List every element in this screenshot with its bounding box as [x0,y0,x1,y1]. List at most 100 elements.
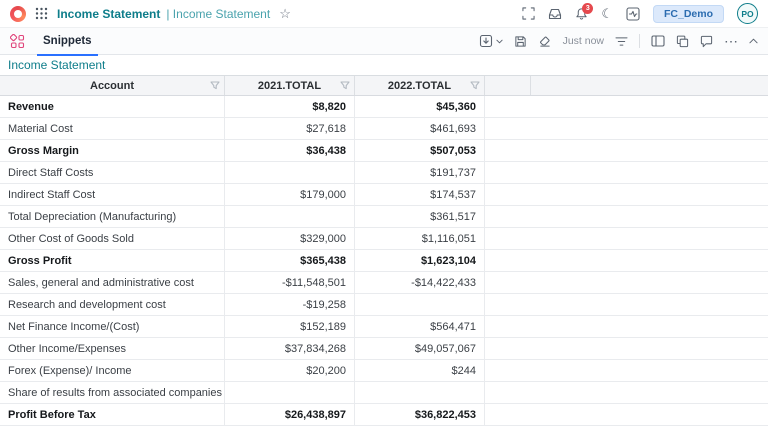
inbox-icon[interactable] [548,7,562,20]
export-dropdown-button[interactable] [479,34,503,48]
value-cell-2022[interactable]: $564,471 [355,316,485,337]
table-row: Profit Before Tax $26,438,897 $36,822,45… [0,404,768,426]
app-logo[interactable] [10,6,26,22]
value-cell-2021[interactable]: $365,438 [225,250,355,271]
column-header-label: 2022.TOTAL [388,80,451,92]
filter-funnel-icon[interactable] [210,81,220,90]
account-cell[interactable]: Other Cost of Goods Sold [0,228,225,249]
value-cell-2021[interactable]: $20,200 [225,360,355,381]
value-cell-2021[interactable]: $27,618 [225,118,355,139]
value-cell-2022[interactable]: $45,360 [355,96,485,117]
table-row: Total Depreciation (Manufacturing) $361,… [0,206,768,228]
filter-lines-icon[interactable] [615,36,628,47]
notifications-bell-icon[interactable]: 3 [575,7,588,21]
column-header-2021[interactable]: 2021.TOTAL [225,76,355,95]
value-cell-2022[interactable]: $191,737 [355,162,485,183]
value-cell-2021[interactable]: $329,000 [225,228,355,249]
value-cell-2022[interactable]: $244 [355,360,485,381]
account-cell[interactable]: Profit Before Tax [0,404,225,425]
value-cell-2021[interactable]: -$11,548,501 [225,272,355,293]
section-title: Income Statement [0,55,768,76]
activity-log-icon[interactable] [626,7,640,21]
layout-panel-icon[interactable] [651,35,665,47]
value-cell-2022[interactable]: $174,537 [355,184,485,205]
value-cell-2021[interactable]: $37,834,268 [225,338,355,359]
toolbar-actions: Just now [479,34,758,48]
value-cell-2022[interactable]: $49,057,067 [355,338,485,359]
value-cell-2022[interactable]: $461,693 [355,118,485,139]
environment-button[interactable]: FC_Demo [653,5,724,23]
value-cell-2021[interactable]: $36,438 [225,140,355,161]
value-cell-2021[interactable] [225,382,355,403]
user-avatar[interactable]: PO [737,3,758,24]
value-cell-2022[interactable]: $507,053 [355,140,485,161]
account-cell[interactable]: Gross Margin [0,140,225,161]
column-header-account[interactable]: Account [0,76,225,95]
value-cell-2022[interactable]: $361,517 [355,206,485,227]
account-cell[interactable]: Revenue [0,96,225,117]
save-icon[interactable] [514,35,527,48]
value-cell-2022[interactable]: $36,822,453 [355,404,485,425]
account-cell[interactable]: Sales, general and administrative cost [0,272,225,293]
table-header-row: Account 2021.TOTAL 2022.TOTAL [0,76,768,96]
table-row: Revenue $8,820 $45,360 [0,96,768,118]
table-row: Material Cost $27,618 $461,693 [0,118,768,140]
value-cell-2022[interactable] [355,382,485,403]
income-statement-table: Account 2021.TOTAL 2022.TOTAL Revenue [0,76,768,426]
filter-funnel-icon[interactable] [340,81,350,90]
value-cell-2021[interactable] [225,206,355,227]
account-cell[interactable]: Direct Staff Costs [0,162,225,183]
account-cell[interactable]: Gross Profit [0,250,225,271]
app-window: Income Statement | Income Statement ☆ 3 [0,0,768,427]
export-icon [479,34,493,48]
value-cell-2021[interactable]: $152,189 [225,316,355,337]
value-cell-2021[interactable]: $26,438,897 [225,404,355,425]
more-options-icon[interactable]: ⋯ [724,34,738,48]
table-row: Other Income/Expenses $37,834,268 $49,05… [0,338,768,360]
value-cell-2021[interactable]: -$19,258 [225,294,355,315]
fullscreen-icon[interactable] [522,7,535,20]
value-cell-2021[interactable]: $179,000 [225,184,355,205]
dark-mode-moon-icon[interactable]: ☾ [601,7,613,20]
top-bar: Income Statement | Income Statement ☆ 3 [0,0,768,28]
table-row: Sales, general and administrative cost -… [0,272,768,294]
table-row: Forex (Expense)/ Income $20,200 $244 [0,360,768,382]
copy-icon[interactable] [676,35,689,48]
toolbar: Snippets [0,28,768,55]
value-cell-2021[interactable] [225,162,355,183]
apps-grid-icon[interactable] [35,7,48,20]
account-cell[interactable]: Other Income/Expenses [0,338,225,359]
value-cell-2022[interactable]: $1,116,051 [355,228,485,249]
comment-icon[interactable] [700,35,713,48]
snippets-icon [10,34,25,49]
table-row: Gross Margin $36,438 $507,053 [0,140,768,162]
toolbar-divider [639,34,640,48]
favorite-star-icon[interactable]: ☆ [279,7,291,20]
account-cell[interactable]: Indirect Staff Cost [0,184,225,205]
account-cell[interactable]: Material Cost [0,118,225,139]
filter-funnel-icon[interactable] [470,81,480,90]
account-cell[interactable]: Forex (Expense)/ Income [0,360,225,381]
value-cell-2022[interactable]: $1,623,104 [355,250,485,271]
table-row: Indirect Staff Cost $179,000 $174,537 [0,184,768,206]
value-cell-2022[interactable]: -$14,422,433 [355,272,485,293]
top-bar-right: 3 ☾ FC_Demo PO [522,3,758,24]
page-title: Income Statement [57,7,160,21]
table-row: Research and development cost -$19,258 [0,294,768,316]
value-cell-2021[interactable]: $8,820 [225,96,355,117]
account-cell[interactable]: Total Depreciation (Manufacturing) [0,206,225,227]
account-cell[interactable]: Share of results from associated compani… [0,382,225,403]
value-cell-2022[interactable] [355,294,485,315]
chevron-down-icon [496,39,503,44]
header-spacer [485,76,531,95]
table-row: Direct Staff Costs $191,737 [0,162,768,184]
eraser-icon[interactable] [538,35,552,48]
table-row: Other Cost of Goods Sold $329,000 $1,116… [0,228,768,250]
column-header-label: Account [90,80,134,92]
tab-snippets[interactable]: Snippets [37,28,98,55]
collapse-chevron-up-icon[interactable] [749,38,758,44]
account-cell[interactable]: Net Finance Income/(Cost) [0,316,225,337]
column-header-2022[interactable]: 2022.TOTAL [355,76,485,95]
page-subtitle: | Income Statement [166,7,270,21]
account-cell[interactable]: Research and development cost [0,294,225,315]
